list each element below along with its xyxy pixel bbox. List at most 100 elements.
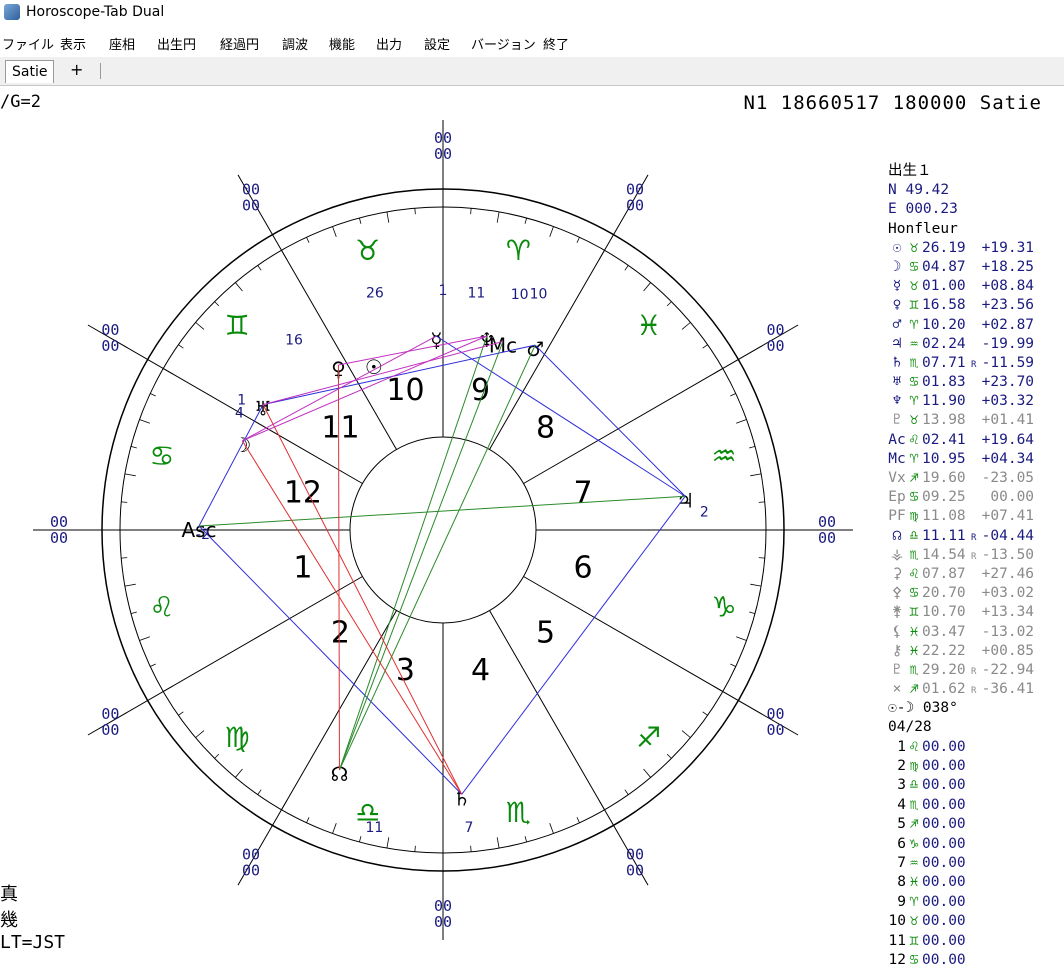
cusp-sign-symbol: ♌ [909, 738, 919, 755]
planet-symbol: ♇ [892, 412, 902, 429]
aspect-line [242, 335, 488, 442]
aspect-line [241, 440, 463, 795]
planet-position-row: Vx ♐ 19.60 -23.05 [888, 469, 1064, 488]
longitude-value: 02.41 [922, 431, 966, 448]
cusp-degree: 00.00 [922, 893, 966, 910]
sign-symbol: ♈ [909, 393, 919, 410]
house-cusp-line [523, 324, 799, 484]
cusp-sign-symbol: ♐ [909, 816, 919, 833]
degree-tick [643, 768, 651, 778]
title-bar: Horoscope-Tab Dual [0, 0, 1064, 26]
house-number: 11 [321, 410, 359, 445]
cusp-degree-label: 00 [50, 529, 68, 547]
aspect-line [339, 344, 536, 771]
planet-position-row: ♃ ♒ 02.24 -19.99 [888, 335, 1064, 354]
planet-degree-label: 16 [285, 332, 303, 348]
sign-symbol: ♋ [909, 258, 919, 275]
degree-tick [496, 837, 500, 849]
planet-position-row: ☊ ♎ 11.11 R -04.44 [888, 527, 1064, 546]
cusp-degree-label: 00 [434, 145, 452, 163]
planet-position-row: ⨯ ♐ 01.62 R -36.41 [888, 680, 1064, 699]
menu-function[interactable]: 機能 [329, 34, 355, 53]
degree-tick [257, 265, 262, 271]
cusp-degree: 00.00 [922, 816, 966, 833]
tab-separator [100, 63, 101, 79]
degree-tick [281, 799, 288, 810]
sign-symbol: ♌ [909, 431, 919, 448]
declination-value: -11.59 [981, 354, 1035, 371]
planet-symbol: ☽ [892, 258, 902, 275]
sign-symbol: ♏ [909, 546, 919, 563]
planet-symbol: ⚸ [891, 623, 903, 640]
degree-tick [195, 730, 205, 738]
degree-tick [730, 393, 736, 397]
panel-heading: 出生１ [888, 163, 932, 179]
degree-tick [124, 583, 136, 587]
longitude-value: 11.08 [922, 508, 966, 525]
degree-tick [749, 446, 756, 449]
planet-position-row: ♂ ♈ 10.20 +02.87 [888, 316, 1064, 335]
degree-tick [414, 208, 416, 215]
zodiac-sign-glyph: ♏ [506, 796, 531, 829]
longitude-value: 14.54 [922, 546, 966, 563]
degree-tick [750, 583, 762, 587]
degree-tick [195, 322, 205, 330]
menu-transit[interactable]: 経過円 [220, 34, 259, 53]
house-number: 6 [574, 551, 593, 586]
planet-position-row: ☿ ♉ 01.00 +08.84 [888, 277, 1064, 296]
planet-position-row: ♅ ♋ 01.83 +23.70 [888, 373, 1064, 392]
cusp-sign-symbol: ♍ [909, 758, 919, 775]
degree-tick [730, 663, 736, 667]
degree-tick [666, 753, 672, 759]
planet-degree-label: 11 [467, 285, 485, 301]
horoscope-wheel[interactable]: 0000000000000000000000000000000000000000… [0, 86, 885, 966]
planet-symbol: Ep [888, 489, 906, 506]
cusp-degree-label: 00 [242, 862, 260, 880]
declination-value: +19.31 [981, 239, 1035, 256]
declination-value: +00.85 [981, 642, 1035, 659]
menu-harmonic[interactable]: 調波 [282, 34, 308, 53]
house-number-label: 4 [897, 796, 906, 813]
menu-settings[interactable]: 設定 [424, 34, 450, 53]
cusp-degree: 00.00 [922, 777, 966, 794]
planet-symbol: Mc [888, 450, 906, 467]
longitude-value: 13.98 [922, 412, 966, 429]
house-number-label: 2 [897, 758, 906, 775]
planet-symbol: ⚵ [891, 604, 903, 621]
house-number: 8 [536, 410, 555, 445]
planet-position-row: Ep ♋ 09.25 00.00 [888, 488, 1064, 507]
zodiac-sign-glyph: ♑ [712, 590, 737, 623]
planet-degree-label: 7 [465, 820, 474, 836]
planet-degree-label: 4 [235, 406, 244, 422]
menu-view[interactable]: 表示 [60, 34, 86, 53]
planet-symbol: ♇ [892, 661, 902, 678]
tab-satie[interactable]: Satie [5, 60, 55, 83]
sign-symbol: ♈ [909, 316, 919, 333]
declination-value: +19.64 [981, 431, 1035, 448]
cusp-sign-symbol: ♎ [909, 777, 919, 794]
longitude-value: 04.87 [922, 258, 966, 275]
longitude-value: 09.25 [922, 489, 966, 506]
menu-version[interactable]: バージョン [471, 34, 536, 53]
menu-natal[interactable]: 出生円 [157, 34, 196, 53]
footer-line-2: 幾 [0, 910, 18, 931]
menu-aspect[interactable]: 座相 [109, 34, 135, 53]
menu-file[interactable]: ファイル [2, 34, 54, 53]
menu-exit[interactable]: 終了 [543, 34, 569, 53]
menu-output[interactable]: 出力 [376, 34, 402, 53]
planet-glyph: ♂ [526, 337, 544, 361]
cusp-sign-symbol: ♓ [909, 874, 919, 891]
degree-tick [598, 250, 605, 261]
add-tab-button[interactable]: + [70, 60, 83, 79]
degree-tick [736, 636, 747, 641]
house-cusp-line [87, 324, 363, 484]
degree-tick [681, 322, 691, 330]
degree-tick [524, 836, 527, 843]
cusp-degree: 00.00 [922, 874, 966, 891]
longitude-value: 10.70 [922, 604, 966, 621]
sign-symbol: ♐ [909, 470, 919, 486]
degree-tick [359, 836, 362, 843]
planet-position-row: ♄ ♏ 07.71 R -11.59 [888, 354, 1064, 373]
planet-symbol: ♄ [892, 354, 902, 371]
degree-tick [549, 823, 554, 834]
